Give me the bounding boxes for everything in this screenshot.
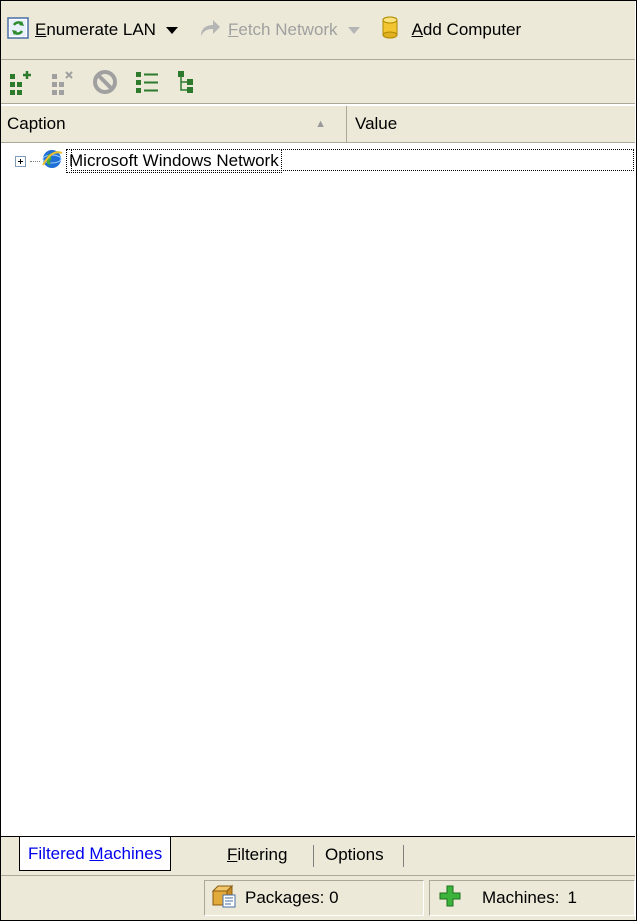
enumerate-lan-label: Enumerate LAN xyxy=(35,20,156,39)
value-column-label: Value xyxy=(355,114,398,133)
network-tree[interactable]: Microsoft Windows Network xyxy=(1,143,635,836)
tree-view-icon[interactable] xyxy=(175,68,203,96)
fetch-network-button[interactable]: Fetch Network xyxy=(192,12,366,48)
caption-column-header[interactable]: Caption ▲ xyxy=(1,106,347,142)
forward-arrow-icon xyxy=(198,17,222,44)
secondary-toolbar xyxy=(1,60,635,104)
plus-icon xyxy=(438,884,462,913)
list-view-icon[interactable] xyxy=(133,68,161,96)
selected-row-focus xyxy=(71,149,634,171)
main-toolbar: Enumerate LAN Fetch Network Add Computer xyxy=(1,1,635,60)
tab-filtered-machines-label: Filtered Machines xyxy=(28,843,163,863)
add-computer-label: Add Computer xyxy=(411,20,522,39)
cancel-icon[interactable] xyxy=(91,68,119,96)
machines-label: Machines: xyxy=(482,888,560,907)
tab-options-label: Options xyxy=(325,845,384,864)
enumerate-lan-button[interactable]: Enumerate LAN xyxy=(1,12,184,48)
machines-count: 1 xyxy=(567,888,577,907)
packages-status: Packages: 0 xyxy=(204,880,424,916)
packages-count: Packages: 0 xyxy=(245,888,339,907)
chevron-down-icon[interactable] xyxy=(165,26,178,34)
bottom-tabs: Filtered Machines Filtering Options xyxy=(1,836,635,875)
value-column-header[interactable]: Value xyxy=(347,114,397,134)
tree-connector xyxy=(30,160,40,162)
status-bar: Packages: 0 Machines: 1 xyxy=(1,875,635,920)
network-globe-icon xyxy=(40,147,64,176)
tab-divider xyxy=(403,845,404,867)
package-icon xyxy=(211,883,237,914)
chevron-down-icon[interactable] xyxy=(347,26,360,34)
database-icon xyxy=(380,16,400,45)
machines-status: Machines: 1 xyxy=(429,880,635,916)
sort-ascending-icon: ▲ xyxy=(315,118,326,130)
add-computer-button[interactable]: Add Computer xyxy=(374,12,528,48)
column-header: Caption ▲ Value xyxy=(1,106,635,143)
expand-icon[interactable] xyxy=(15,155,26,167)
caption-column-label: Caption xyxy=(7,114,66,133)
refresh-icon xyxy=(7,16,29,44)
tab-filtered-machines[interactable]: Filtered Machines xyxy=(19,837,172,871)
tab-filtering-label: Filtering xyxy=(227,845,288,864)
tab-filtering[interactable]: Filtering xyxy=(219,837,295,873)
remove-node-icon[interactable] xyxy=(49,68,77,96)
tab-options[interactable]: Options xyxy=(317,837,392,873)
tab-divider xyxy=(313,845,314,867)
fetch-network-label: Fetch Network xyxy=(227,20,338,39)
add-node-icon[interactable] xyxy=(7,68,35,96)
